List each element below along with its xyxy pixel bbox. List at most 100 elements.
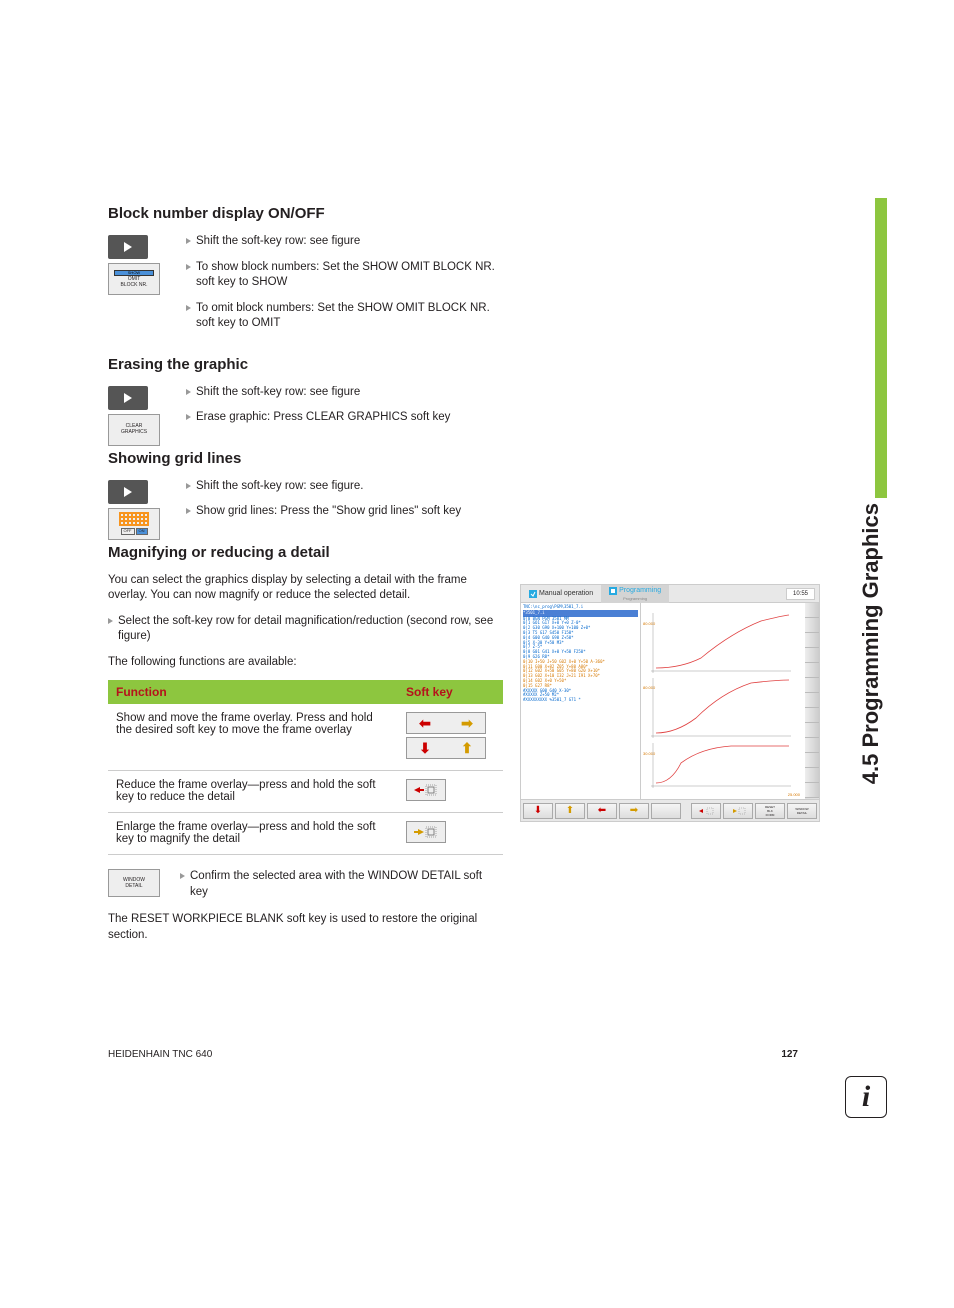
side-button[interactable]	[805, 678, 819, 693]
bottom-arrow-right[interactable]: ➡	[619, 803, 649, 819]
section-grid-lines: Showing grid lines OFF ON Shift the soft…	[108, 450, 503, 520]
softkey-column: OFF ON	[108, 480, 168, 544]
table-header-function: Function	[108, 680, 398, 704]
magnify-para2: The following functions are available:	[108, 655, 503, 671]
code-panel: TNC:\nc_prog\PGM\3501_7.i *3501_7.i 0|0 …	[521, 603, 641, 799]
footer-page-number: 127	[781, 1049, 798, 1060]
graph-panel: 80.000 80.000 30.000 25.000	[641, 603, 805, 799]
bottom-arrow-left[interactable]: ⬅	[587, 803, 617, 819]
bullet-item: Shift the soft-key row: see figure	[186, 385, 503, 401]
bullet-item: Shift the soft-key row: see figure	[186, 234, 503, 250]
heading-grid-lines: Showing grid lines	[108, 450, 503, 467]
func-cell: Enlarge the frame overlay—press and hold…	[108, 813, 398, 855]
side-button[interactable]	[805, 738, 819, 753]
screenshot-bottom-bar: ⬇ ⬆ ⬅ ➡ RESET BLK FORM WINDOW DETAIL	[521, 799, 819, 821]
magnify-para3: The RESET WORKPIECE BLANK soft key is us…	[108, 912, 503, 943]
grid-icon	[119, 512, 149, 526]
softkey-show-omit[interactable]: SHOW OMIT BLOCK NR.	[108, 263, 160, 295]
softkey-reduce[interactable]	[406, 779, 446, 801]
side-button[interactable]	[805, 783, 819, 798]
code-line: #XXXXXXXXX %3501_7 G71 *	[523, 698, 638, 703]
softkey-move-ud[interactable]: ⬇ ⬆	[406, 737, 486, 759]
softkey-cell	[398, 813, 503, 855]
tab2-sublabel: Programming	[623, 597, 647, 601]
off-on-toggle: OFF ON	[121, 528, 148, 534]
softkey-column: CLEAR GRAPHICS	[108, 386, 168, 450]
softkey-clear-graphics[interactable]: CLEAR GRAPHICS	[108, 414, 160, 446]
shift-softkey-icon[interactable]	[108, 235, 148, 259]
side-button[interactable]	[805, 693, 819, 708]
section-erasing: Erasing the graphic CLEAR GRAPHICS Shift…	[108, 356, 503, 426]
tab-manual-operation: Manual operation	[521, 588, 601, 600]
magnify-bullet-wrap: Select the soft-key row for detail magni…	[108, 614, 503, 645]
bottom-reset-frame[interactable]: RESET BLK FORM	[755, 803, 785, 819]
magnify-para1: You can select the graphics display by s…	[108, 573, 503, 604]
softkey-grid-lines[interactable]: OFF ON	[108, 508, 160, 540]
side-button[interactable]	[805, 648, 819, 663]
screenshot-main: TNC:\nc_prog\PGM\3501_7.i *3501_7.i 0|0 …	[521, 603, 819, 799]
footer-left: HEIDENHAIN TNC 640	[108, 1049, 212, 1060]
tab2-label: Programming	[619, 587, 661, 594]
bottom-button[interactable]	[651, 803, 681, 819]
screenshot-time: 10:55	[786, 588, 815, 600]
arrow-down-icon: ⬇	[419, 740, 431, 757]
main-content: Block number display ON/OFF SHOW OMIT BL…	[108, 205, 503, 967]
off-label: OFF	[121, 528, 135, 534]
bullet-item: Erase graphic: Press CLEAR GRAPHICS soft…	[186, 410, 503, 426]
axis-label: 25.000	[788, 792, 800, 797]
arrow-left-icon: ⬅	[419, 715, 431, 732]
table-header-softkey: Soft key	[398, 680, 503, 704]
confirm-row: WINDOW DETAIL Confirm the selected area …	[108, 869, 503, 900]
side-button[interactable]	[805, 723, 819, 738]
func-cell: Reduce the frame overlay—press and hold …	[108, 771, 398, 813]
bullet-item: To show block numbers: Set the SHOW OMIT…	[186, 260, 503, 291]
softkey-cell	[398, 771, 503, 813]
softkey-move-lr[interactable]: ⬅ ➡	[406, 712, 486, 734]
function-table: Function Soft key Show and move the fram…	[108, 680, 503, 855]
softkey-enlarge[interactable]	[406, 821, 446, 843]
bullet-item: Show grid lines: Press the "Show grid li…	[186, 504, 503, 520]
softkey-blocknr-label: BLOCK NR.	[121, 283, 148, 289]
side-button[interactable]	[805, 708, 819, 723]
side-button[interactable]	[805, 633, 819, 648]
bullets-grid-lines: Shift the soft-key row: see figure. Show…	[186, 479, 503, 520]
curve-1	[651, 613, 791, 673]
softkey-graphics-label: GRAPHICS	[121, 430, 147, 436]
bottom-reduce[interactable]	[691, 803, 721, 819]
bottom-arrow-down[interactable]: ⬇	[523, 803, 553, 819]
curve-3	[651, 743, 791, 788]
table-row: Reduce the frame overlay—press and hold …	[108, 771, 503, 813]
arrow-up-icon: ⬆	[461, 740, 473, 757]
softkey-window-detail[interactable]: WINDOW DETAIL	[108, 869, 160, 897]
table-row: Enlarge the frame overlay—press and hold…	[108, 813, 503, 855]
bullets-erasing: Shift the soft-key row: see figure Erase…	[186, 385, 503, 426]
page-footer: HEIDENHAIN TNC 640 127	[108, 1049, 798, 1060]
detail-label: DETAIL	[125, 883, 142, 889]
side-button[interactable]	[805, 618, 819, 633]
side-tab-text: 4.5 Programming Graphics	[858, 503, 884, 784]
bullets-block-number: Shift the soft-key row: see figure To sh…	[186, 234, 503, 332]
heading-block-number: Block number display ON/OFF	[108, 205, 503, 222]
softkey-cell: ⬅ ➡ ⬇ ⬆	[398, 704, 503, 771]
side-button[interactable]	[805, 768, 819, 783]
shift-softkey-icon[interactable]	[108, 386, 148, 410]
bullet-item: To omit block numbers: Set the SHOW OMIT…	[186, 301, 503, 332]
side-tab: 4.5 Programming Graphics	[857, 198, 887, 498]
tab-programming: Programming Programming	[601, 585, 669, 603]
bottom-arrow-up[interactable]: ⬆	[555, 803, 585, 819]
curve-2	[651, 678, 791, 738]
screenshot-figure: Manual operation Programming Programming…	[520, 584, 820, 822]
heading-erasing: Erasing the graphic	[108, 356, 503, 373]
arrow-right-icon: ➡	[461, 715, 473, 732]
bottom-enlarge[interactable]	[723, 803, 753, 819]
side-tab-bar	[875, 198, 887, 498]
shift-softkey-icon[interactable]	[108, 480, 148, 504]
side-button[interactable]	[805, 603, 819, 618]
tab1-label: Manual operation	[539, 590, 593, 597]
bottom-window-detail[interactable]: WINDOW DETAIL	[787, 803, 817, 819]
confirm-text: Confirm the selected area with the WINDO…	[180, 869, 503, 900]
softkey-column: SHOW OMIT BLOCK NR.	[108, 235, 168, 299]
side-button[interactable]	[805, 663, 819, 678]
screenshot-topbar: Manual operation Programming Programming…	[521, 585, 819, 603]
side-button[interactable]	[805, 753, 819, 768]
